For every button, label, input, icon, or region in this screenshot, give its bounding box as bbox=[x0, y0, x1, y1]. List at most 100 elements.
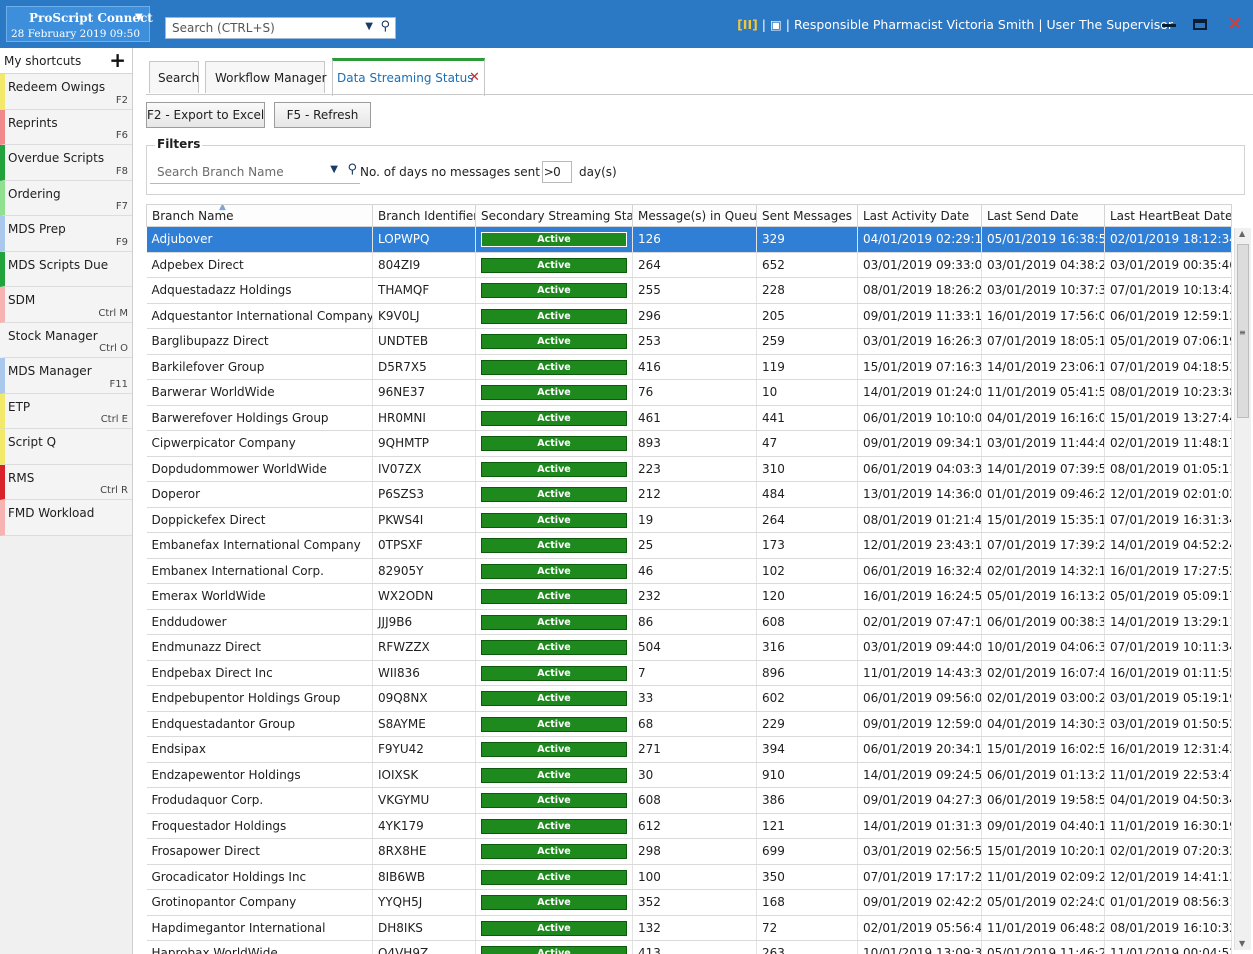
table-row[interactable]: Adpebex Direct 804ZI9 Active 264 652 03/01/20… bbox=[146, 252, 1232, 278]
shortcuts-header: My shortcuts + bbox=[0, 48, 132, 74]
close-icon[interactable]: ✕ bbox=[1227, 13, 1243, 35]
sidebar-item-sdm[interactable]: SDM Ctrl M bbox=[0, 287, 132, 323]
table-row[interactable]: Endmunazz Direct RFWZZX Active 504 316 03/01/… bbox=[146, 634, 1232, 661]
table-cell: 06/01/2019 09:56:00 bbox=[857, 685, 982, 712]
column-header[interactable]: Last Activity Date bbox=[857, 204, 982, 227]
table-row[interactable]: Adjubover LOPWPQ Active 126 329 04/01/2019 02… bbox=[146, 226, 1232, 253]
table-row[interactable]: Cipwerpicator Company 9QHMTP Active 893 47 09… bbox=[146, 430, 1232, 457]
scroll-up-icon[interactable]: ▲ bbox=[1239, 229, 1245, 238]
pharmacist-label[interactable]: Responsible Pharmacist Victoria Smith bbox=[794, 17, 1034, 32]
table-row[interactable]: Barwerar WorldWide 96NE37 Active 76 10 14/01/… bbox=[146, 379, 1232, 406]
table-cell: 10/01/2019 13:09:38 bbox=[857, 940, 982, 954]
table-cell: 07/01/2019 04:18:53 bbox=[1104, 354, 1232, 380]
sidebar-item-shortcut: F7 bbox=[115, 201, 128, 212]
sidebar-item-mds-manager[interactable]: MDS Manager F11 bbox=[0, 358, 132, 394]
table-row[interactable]: Endpebupentor Holdings Group 09Q8NX Active… bbox=[146, 685, 1232, 712]
table-row[interactable]: Doppickefex Direct PKWS4I Active 19 264 08/01… bbox=[146, 507, 1232, 533]
search-icon[interactable]: ⚲ bbox=[380, 19, 390, 34]
column-header[interactable]: Message(s) in Queue bbox=[632, 204, 757, 227]
sidebar-item-script-q[interactable]: Script Q bbox=[0, 429, 132, 465]
sidebar-item-label: MDS Prep bbox=[8, 222, 66, 236]
table-row[interactable]: Dopdudommower WorldWide IV07ZX Active 223 31… bbox=[146, 456, 1232, 482]
status-badge: Active bbox=[481, 920, 627, 936]
status-badge: Active bbox=[481, 793, 627, 809]
table-cell: 04/01/2019 14:30:33 bbox=[981, 711, 1105, 737]
table-row[interactable]: Endquestadantor Group S8AYME Active 68 229 09… bbox=[146, 711, 1232, 737]
table-row[interactable]: Frodudaquor Corp. VKGYMU Active 608 386 09/01… bbox=[146, 787, 1232, 814]
table-row[interactable]: Doperor P6SZS3 Active 212 484 13/01/2019 14:3… bbox=[146, 481, 1232, 508]
table-row[interactable]: Frosapower Direct 8RX8HE Active 298 699 03/01… bbox=[146, 838, 1232, 865]
column-header[interactable]: Branch Name ▲ bbox=[146, 204, 373, 227]
sidebar-item-stock-manager[interactable]: Stock Manager Ctrl O bbox=[0, 322, 132, 358]
sidebar-item-shortcut: F11 bbox=[109, 378, 128, 390]
table-row[interactable]: Endzapewentor Holdings IOIXSK Active 30 910 1… bbox=[146, 762, 1232, 788]
user-label[interactable]: User The Supervisor bbox=[1047, 17, 1173, 32]
column-header[interactable]: Branch Identifier bbox=[372, 204, 476, 227]
chevron-down-icon[interactable]: ▼ bbox=[330, 164, 338, 175]
tab-workflow-manager[interactable]: Workflow Manager bbox=[205, 61, 327, 93]
sidebar-item-label: Overdue Scripts bbox=[8, 151, 105, 165]
sidebar-item-redeem-owings[interactable]: Redeem Owings F2 bbox=[0, 74, 132, 110]
table-cell: Active bbox=[475, 226, 633, 253]
sidebar-item-etp[interactable]: ETP Ctrl E bbox=[0, 393, 132, 429]
table-cell: 205 bbox=[756, 303, 858, 329]
column-header[interactable]: Secondary Streaming Status bbox=[475, 204, 633, 227]
column-header[interactable]: Last HeartBeat Date bbox=[1104, 204, 1232, 227]
column-header[interactable]: Last Send Date bbox=[981, 204, 1105, 227]
tab-search[interactable]: Search bbox=[149, 61, 199, 93]
sidebar-item-overdue-scripts[interactable]: Overdue Scripts F8 bbox=[0, 145, 132, 181]
sidebar-item-fmd-workload[interactable]: FMD Workload bbox=[0, 500, 132, 536]
table-cell: 329 bbox=[756, 226, 858, 253]
column-header-label: Last Send Date bbox=[987, 208, 1079, 223]
table-row[interactable]: Haprobax WorldWide O4VH9Z Active 413 263 10/0… bbox=[146, 940, 1232, 954]
table-row[interactable]: Endpebax Direct Inc WII836 Active 7 896 11/01… bbox=[146, 660, 1232, 686]
table-row[interactable]: Froquestador Holdings 4YK179 Active 612 121 1… bbox=[146, 813, 1232, 839]
table-cell: 271 bbox=[632, 736, 757, 763]
table-row[interactable]: Grocadicator Holdings Inc 8IB6WB Active 100… bbox=[146, 864, 1232, 890]
barcode-scanner-icon[interactable]: [II] bbox=[737, 17, 758, 32]
table-row[interactable]: Enddudower JJJ9B6 Active 86 608 02/01/2019 07… bbox=[146, 609, 1232, 635]
sidebar-item-ordering[interactable]: Ordering F7 bbox=[0, 180, 132, 216]
table-row[interactable]: Hapdimegantor International DH8IKS Active 1… bbox=[146, 915, 1232, 941]
table-cell: Embanex International Corp. bbox=[146, 558, 373, 584]
sidebar-item-mds-prep[interactable]: MDS Prep F9 bbox=[0, 216, 132, 252]
tab-data-streaming-status[interactable]: Data Streaming Status ✕ bbox=[332, 58, 485, 96]
sidebar-item-rms[interactable]: RMS Ctrl R bbox=[0, 464, 132, 500]
sidebar-item-mds-scripts-due[interactable]: MDS Scripts Due bbox=[0, 251, 132, 287]
scroll-down-icon[interactable]: ▼ bbox=[1239, 939, 1245, 948]
export-excel-button[interactable]: F2 - Export to Excel bbox=[146, 102, 265, 128]
sidebar-item-label: Script Q bbox=[8, 435, 57, 449]
table-row[interactable]: Endsipax F9YU42 Active 271 394 06/01/2019 20:… bbox=[146, 736, 1232, 763]
days-input[interactable]: 0 bbox=[542, 161, 572, 183]
close-tab-icon[interactable]: ✕ bbox=[469, 70, 480, 85]
table-row[interactable]: Grotinopantor Company YYQH5J Active 352 168 0… bbox=[146, 889, 1232, 916]
minimize-icon[interactable] bbox=[1162, 24, 1176, 27]
refresh-button[interactable]: F5 - Refresh bbox=[274, 102, 371, 128]
table-row[interactable]: Adquestadazz Holdings THAMQF Active 255 228 0… bbox=[146, 277, 1232, 304]
sidebar-item-label: MDS Manager bbox=[8, 364, 92, 378]
maximize-icon[interactable] bbox=[1193, 19, 1207, 30]
table-row[interactable]: Barglibupazz Direct UNDTEB Active 253 259 03/… bbox=[146, 328, 1232, 355]
app-menu-button[interactable]: ProScript Connect ▼ 28 February 2019 09:… bbox=[6, 6, 153, 42]
status-badge: Active bbox=[481, 334, 627, 350]
search-icon[interactable]: ⚲ bbox=[347, 162, 357, 177]
table-cell: 06/01/2019 19:58:58 bbox=[981, 787, 1105, 814]
sidebar-item-reprints[interactable]: Reprints F6 bbox=[0, 109, 132, 145]
card-reader-icon[interactable]: ▣ bbox=[770, 17, 782, 32]
table-cell: 14/01/2019 04:52:24 bbox=[1104, 532, 1232, 559]
chevron-down-icon[interactable]: ▼ bbox=[365, 21, 373, 32]
table-row[interactable]: Barwerefover Holdings Group HR0MNI Active 4… bbox=[146, 405, 1232, 431]
table-row[interactable]: Barkilefover Group D5R7X5 Active 416 119 15/0… bbox=[146, 354, 1232, 380]
table-row[interactable]: Embanefax International Company 0TPSXF Act… bbox=[146, 532, 1232, 559]
branch-search-input[interactable]: Search Branch Name ▼ ⚲ bbox=[150, 160, 360, 184]
table-row[interactable]: Adquestantor International Company K9V0LJ… bbox=[146, 303, 1232, 329]
table-cell: 232 bbox=[632, 583, 757, 610]
global-search-input[interactable]: Search (CTRL+S) ▼ ⚲ bbox=[165, 17, 396, 39]
add-shortcut-icon[interactable]: + bbox=[109, 48, 126, 72]
column-header[interactable]: Sent Messages bbox=[756, 204, 858, 227]
table-row[interactable]: Emerax WorldWide WX2ODN Active 232 120 16/01/… bbox=[146, 583, 1232, 610]
table-cell: 06/01/2019 12:59:13 bbox=[1104, 303, 1232, 329]
table-row[interactable]: Embanex International Corp. 82905Y Active 4… bbox=[146, 558, 1232, 584]
table-cell: 05/01/2019 11:46:26 bbox=[981, 940, 1105, 954]
vertical-scrollbar[interactable]: ▲ ≡ ▼ bbox=[1234, 228, 1251, 950]
